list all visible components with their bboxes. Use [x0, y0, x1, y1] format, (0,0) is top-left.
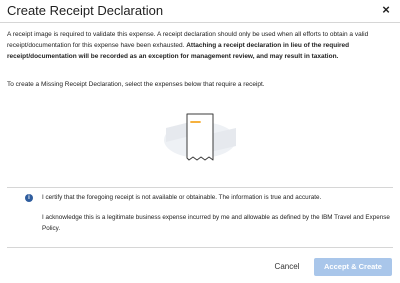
- certification-statement: I certify that the foregoing receipt is …: [42, 194, 322, 201]
- receipt-icon: [186, 113, 214, 161]
- instruction-text: To create a Missing Receipt Declaration,…: [7, 81, 265, 88]
- missing-receipt-illustration: [164, 113, 236, 161]
- footer-divider: [7, 247, 393, 248]
- accept-and-create-button[interactable]: Accept & Create: [314, 258, 392, 276]
- dialog-title: Create Receipt Declaration: [7, 3, 164, 18]
- info-icon: i: [25, 194, 33, 202]
- intro-paragraph: A receipt image is required to validate …: [7, 29, 393, 62]
- close-icon[interactable]: ×: [380, 3, 392, 17]
- receipt-declaration-dialog: Create Receipt Declaration × A receipt i…: [0, 0, 400, 283]
- section-divider: [7, 187, 393, 188]
- cancel-button[interactable]: Cancel: [266, 258, 308, 276]
- acknowledgement-statement: I acknowledge this is a legitimate busin…: [42, 214, 390, 232]
- dialog-header: Create Receipt Declaration ×: [0, 0, 400, 23]
